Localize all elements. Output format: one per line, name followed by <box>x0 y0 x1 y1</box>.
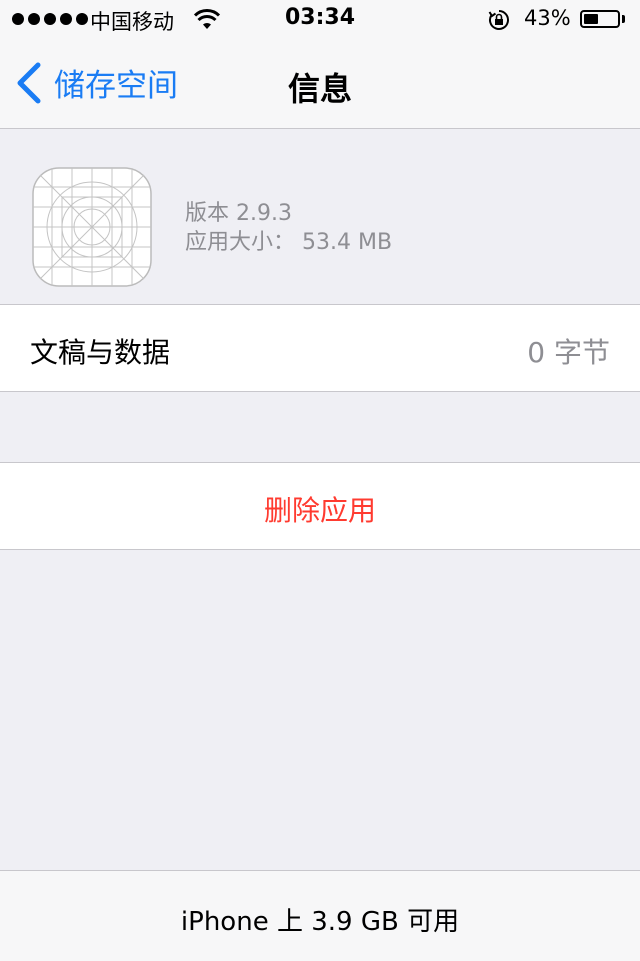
app-meta: 版本 2.9.3 应用大小： 53.4 MB <box>185 199 392 257</box>
delete-app-label: 删除应用 <box>263 494 376 527</box>
battery-tip <box>622 15 625 23</box>
app-placeholder-icon <box>32 167 152 287</box>
documents-label: 文稿与数据 <box>30 336 171 369</box>
storage-footer: iPhone 上 3.9 GB 可用 <box>0 870 640 961</box>
delete-app-button[interactable]: 删除应用 <box>0 462 640 550</box>
app-info: 版本 2.9.3 应用大小： 53.4 MB <box>0 129 640 304</box>
navigation-bar: 储存空间 信息 <box>0 40 640 128</box>
app-size: 应用大小： 53.4 MB <box>185 230 393 255</box>
battery-percent: 43% <box>524 6 571 30</box>
documents-value: 0 字节 <box>527 336 610 369</box>
documents-data-row: 文稿与数据 0 字节 <box>0 304 640 392</box>
rotation-lock-icon <box>488 10 509 30</box>
available-storage: iPhone 上 3.9 GB 可用 <box>180 907 460 937</box>
battery-icon <box>580 10 620 28</box>
header: 中国移动 03:34 43% 储存空间 信息 <box>0 0 640 129</box>
page-title: 信息 <box>287 70 352 108</box>
app-version: 版本 2.9.3 <box>185 201 292 226</box>
status-bar: 中国移动 03:34 43% <box>0 0 640 40</box>
